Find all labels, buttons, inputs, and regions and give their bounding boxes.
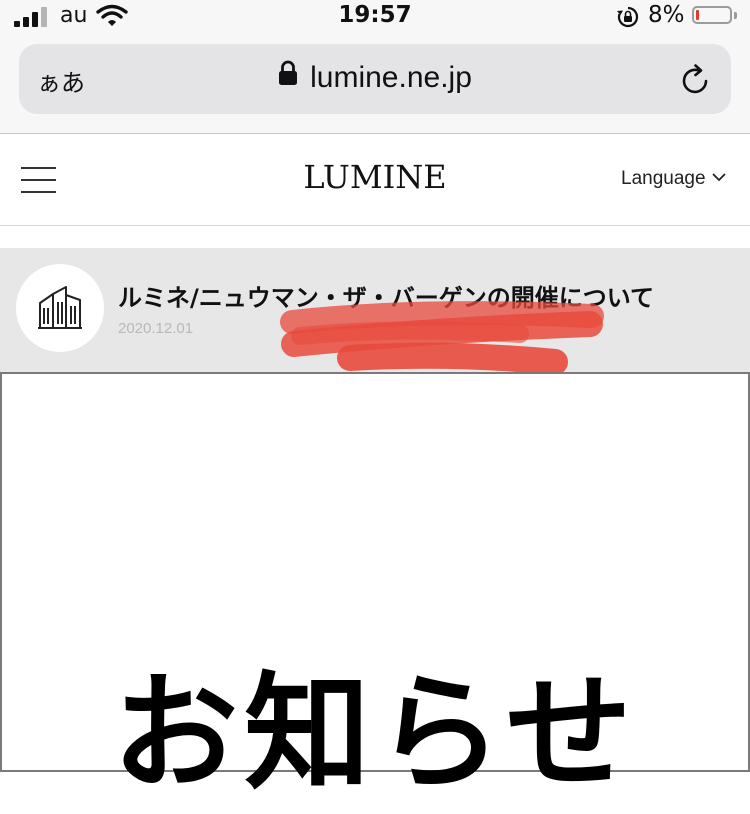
building-icon [38,286,82,329]
language-button[interactable]: Language [621,168,726,190]
url-text: lumine.ne.jp [310,61,472,94]
battery-icon [692,6,732,24]
battery-percent: 8% [648,2,685,28]
site-header: LUMINE Language [0,134,750,226]
status-bar: au 19:57 8% [0,0,750,36]
browser-toolbar: ぁあ lumine.ne.jp [0,36,750,134]
rotation-lock-icon [616,5,640,33]
news-date: 2020.12.01 [118,320,194,337]
address-bar[interactable]: ぁあ lumine.ne.jp [19,44,731,114]
notice-heading: お知らせ [112,660,638,807]
chevron-down-icon [711,166,726,188]
url-display[interactable]: lumine.ne.jp [19,60,731,95]
reload-icon[interactable] [679,64,713,102]
battery-level [696,10,699,20]
battery-tip [734,12,737,19]
news-avatar [16,264,104,352]
language-label: Language [621,168,706,190]
lock-icon [278,60,298,90]
notice-image: お知らせ [0,372,750,807]
